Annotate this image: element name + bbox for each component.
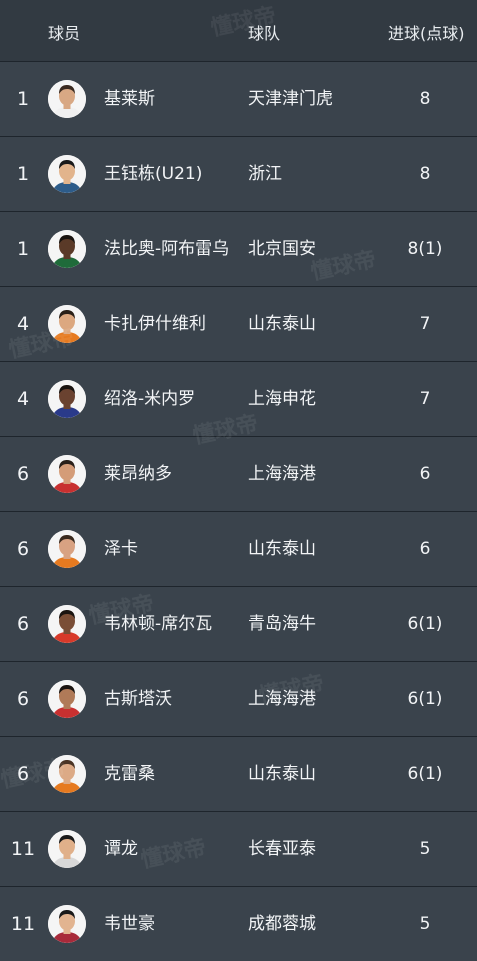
team-name[interactable]: 天津津门虎	[248, 62, 333, 136]
player-avatar[interactable]	[48, 680, 86, 718]
player-name[interactable]: 古斯塔沃	[104, 662, 172, 736]
table-row[interactable]: 6 泽卡 山东泰山 6	[0, 511, 477, 586]
rank-value: 6	[16, 463, 30, 485]
player-name[interactable]: 韦林顿-席尔瓦	[104, 587, 212, 661]
rank-value: 6	[16, 763, 30, 785]
player-avatar[interactable]	[48, 230, 86, 268]
rank-value: 1	[16, 88, 30, 110]
table-row[interactable]: 4 卡扎伊什维利 山东泰山 7	[0, 286, 477, 361]
team-name[interactable]: 上海海港	[248, 662, 316, 736]
player-name[interactable]: 韦世豪	[104, 887, 155, 961]
player-name[interactable]: 克雷桑	[104, 737, 155, 811]
goals-value: 8	[419, 164, 431, 184]
scorer-list: 1 基莱斯 天津津门虎 8 1 王钰栋(U21) 浙江 8 1 法比奥-阿布雷乌 北京国安 8(1) 4…	[0, 61, 477, 961]
player-avatar[interactable]	[48, 905, 86, 943]
goals-value: 8	[419, 89, 431, 109]
player-name[interactable]: 法比奥-阿布雷乌	[104, 212, 229, 286]
rank-value: 6	[16, 613, 30, 635]
goals-value: 6(1)	[407, 689, 443, 709]
player-avatar[interactable]	[48, 830, 86, 868]
goals-value: 8(1)	[407, 239, 443, 259]
table-row[interactable]: 6 克雷桑 山东泰山 6(1)	[0, 736, 477, 811]
goals-value: 6	[419, 539, 431, 559]
goals-value: 7	[419, 314, 431, 334]
player-name[interactable]: 卡扎伊什维利	[104, 287, 206, 361]
table-row[interactable]: 6 古斯塔沃 上海海港 6(1)	[0, 661, 477, 736]
player-name[interactable]: 泽卡	[104, 512, 138, 586]
column-header-team[interactable]: 球队	[248, 24, 280, 44]
team-name[interactable]: 成都蓉城	[248, 887, 316, 961]
team-name[interactable]: 浙江	[248, 137, 282, 211]
rank-value: 4	[16, 388, 30, 410]
rank-value: 6	[16, 538, 30, 560]
player-avatar[interactable]	[48, 80, 86, 118]
player-avatar[interactable]	[48, 755, 86, 793]
player-avatar[interactable]	[48, 380, 86, 418]
rank-value: 11	[10, 838, 36, 860]
player-name[interactable]: 莱昂纳多	[104, 437, 172, 511]
rank-value: 6	[16, 688, 30, 710]
table-row[interactable]: 4 绍洛-米内罗 上海申花 7	[0, 361, 477, 436]
table-row[interactable]: 1 王钰栋(U21) 浙江 8	[0, 136, 477, 211]
player-avatar[interactable]	[48, 305, 86, 343]
team-name[interactable]: 上海海港	[248, 437, 316, 511]
goals-value: 5	[419, 914, 431, 934]
team-name[interactable]: 上海申花	[248, 362, 316, 436]
table-row[interactable]: 11 韦世豪 成都蓉城 5	[0, 886, 477, 961]
table-header: 球员 球队 进球(点球)	[0, 0, 477, 61]
column-header-player[interactable]: 球员	[48, 24, 80, 44]
player-name[interactable]: 谭龙	[104, 812, 138, 886]
player-avatar[interactable]	[48, 155, 86, 193]
goals-value: 7	[419, 389, 431, 409]
rank-value: 11	[10, 913, 36, 935]
player-avatar[interactable]	[48, 530, 86, 568]
goals-value: 5	[419, 839, 431, 859]
rank-value: 1	[16, 163, 30, 185]
table-row[interactable]: 1 法比奥-阿布雷乌 北京国安 8(1)	[0, 211, 477, 286]
team-name[interactable]: 北京国安	[248, 212, 316, 286]
team-name[interactable]: 山东泰山	[248, 737, 316, 811]
table-row[interactable]: 11 谭龙 长春亚泰 5	[0, 811, 477, 886]
goals-value: 6	[419, 464, 431, 484]
team-name[interactable]: 长春亚泰	[248, 812, 316, 886]
player-name[interactable]: 王钰栋(U21)	[104, 137, 202, 211]
goals-value: 6(1)	[407, 614, 443, 634]
table-row[interactable]: 6 韦林顿-席尔瓦 青岛海牛 6(1)	[0, 586, 477, 661]
column-header-goals[interactable]: 进球(点球)	[388, 24, 465, 44]
team-name[interactable]: 山东泰山	[248, 287, 316, 361]
goals-value: 6(1)	[407, 764, 443, 784]
team-name[interactable]: 山东泰山	[248, 512, 316, 586]
player-name[interactable]: 绍洛-米内罗	[104, 362, 195, 436]
table-row[interactable]: 1 基莱斯 天津津门虎 8	[0, 61, 477, 136]
rank-value: 1	[16, 238, 30, 260]
player-name[interactable]: 基莱斯	[104, 62, 155, 136]
player-avatar[interactable]	[48, 605, 86, 643]
rank-value: 4	[16, 313, 30, 335]
table-row[interactable]: 6 莱昂纳多 上海海港 6	[0, 436, 477, 511]
player-avatar[interactable]	[48, 455, 86, 493]
team-name[interactable]: 青岛海牛	[248, 587, 316, 661]
